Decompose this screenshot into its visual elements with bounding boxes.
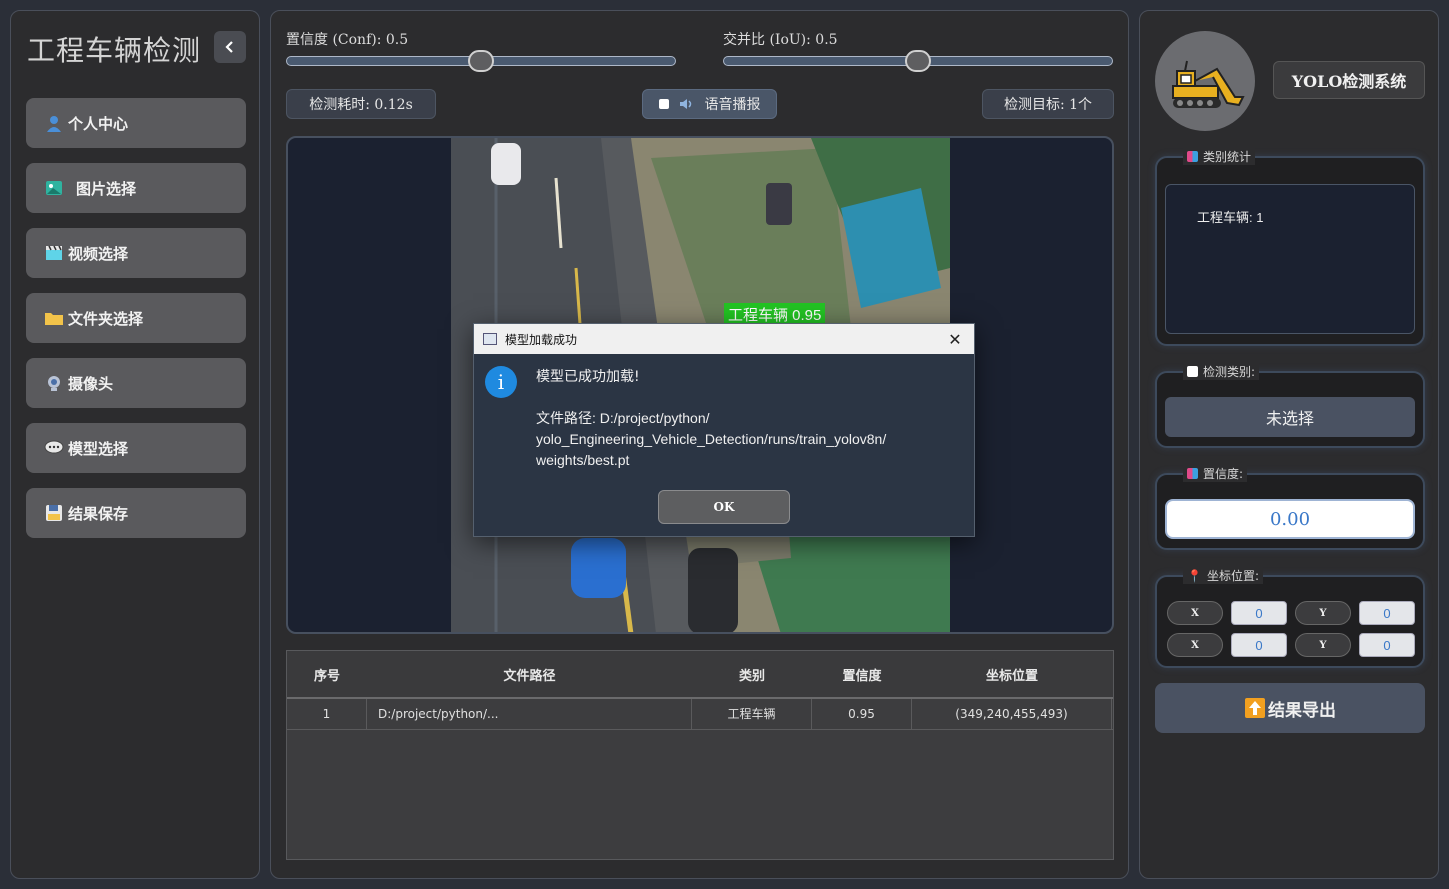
voice-label: 语音播报 xyxy=(704,97,761,113)
header-path[interactable]: 文件路径 xyxy=(367,665,692,684)
chevron-left-icon xyxy=(225,41,233,53)
class-stats-box: 工程车辆: 1 xyxy=(1165,184,1415,334)
nav-label: 个人中心 xyxy=(68,114,129,133)
coords-label: 📍 坐标位置: xyxy=(1183,567,1263,584)
window-icon xyxy=(483,333,497,345)
header-coords[interactable]: 坐标位置 xyxy=(912,665,1112,684)
conf-slider-thumb[interactable] xyxy=(468,50,494,72)
nav-image-select[interactable]: 图片选择 xyxy=(26,163,246,213)
nav-label: 模型选择 xyxy=(68,439,129,458)
chat-bubble-icon xyxy=(44,438,64,458)
speaker-icon xyxy=(679,99,691,109)
model-loaded-dialog: 模型加载成功 ✕ i 模型已成功加载! 文件路径: D:/project/pyt… xyxy=(473,323,975,537)
collapse-sidebar-button[interactable] xyxy=(214,31,246,63)
grid-icon xyxy=(1187,151,1198,162)
iou-slider-label: 交并比 (IoU): 0.5 xyxy=(723,32,838,48)
class-stats-group: 类别统计 工程车辆: 1 xyxy=(1155,148,1425,346)
cell-index: 1 xyxy=(287,699,367,729)
detect-class-label: 检测类别: xyxy=(1183,363,1260,380)
table-row[interactable]: 1 D:/project/python/... 工程车辆 0.95 (349,2… xyxy=(287,699,1113,730)
voice-broadcast-toggle[interactable]: 语音播报 xyxy=(642,89,777,119)
nav-folder-select[interactable]: 文件夹选择 xyxy=(26,293,246,343)
confidence-group: 置信度: 0.00 xyxy=(1155,465,1425,550)
grid-icon xyxy=(1187,468,1198,479)
nav-video-select[interactable]: 视频选择 xyxy=(26,228,246,278)
cell-coords: (349,240,455,493) xyxy=(912,699,1112,729)
webcam-icon xyxy=(44,373,64,393)
nav-save-results[interactable]: 结果保存 xyxy=(26,488,246,538)
detect-class-group: 检测类别: 未选择 xyxy=(1155,363,1425,448)
x2-label: X xyxy=(1167,633,1223,657)
nav-camera[interactable]: 摄像头 xyxy=(26,358,246,408)
close-icon: ✕ xyxy=(948,329,962,349)
conf-slider[interactable] xyxy=(286,50,676,72)
iou-slider-thumb[interactable] xyxy=(905,50,931,72)
nav-label: 摄像头 xyxy=(68,374,114,393)
cell-class: 工程车辆 xyxy=(692,699,812,729)
right-panel: YOLO检测系统 类别统计 工程车辆: 1 检测类别: 未选择 置信度: 0.0… xyxy=(1139,10,1439,879)
coords-group: 📍 坐标位置: X 0 Y 0 X 0 Y 0 xyxy=(1155,567,1425,668)
dialog-message: 模型已成功加载! xyxy=(536,369,640,385)
x2-value: 0 xyxy=(1231,633,1287,657)
confidence-label: 置信度: xyxy=(1183,465,1248,482)
image-icon xyxy=(44,178,64,198)
detection-time-badge: 检测耗时: 0.12s xyxy=(286,89,436,119)
nav-personal-center[interactable]: 个人中心 xyxy=(26,98,246,148)
y2-value: 0 xyxy=(1359,633,1415,657)
system-title: YOLO检测系统 xyxy=(1273,61,1425,99)
x1-value: 0 xyxy=(1231,601,1287,625)
user-icon xyxy=(44,113,64,133)
cell-conf: 0.95 xyxy=(812,699,912,729)
conf-slider-label: 置信度 (Conf): 0.5 xyxy=(286,32,409,48)
x1-label: X xyxy=(1167,601,1223,625)
excavator-logo xyxy=(1155,31,1255,131)
nav-label: 视频选择 xyxy=(68,244,129,263)
dialog-path-text: 文件路径: D:/project/python/ yolo_Engineerin… xyxy=(536,410,887,468)
class-stats-label: 类别统计 xyxy=(1183,148,1256,165)
nav-label: 结果保存 xyxy=(68,504,129,523)
class-select-dropdown[interactable]: 未选择 xyxy=(1165,397,1415,437)
iou-slider[interactable] xyxy=(723,50,1113,72)
nav-label: 文件夹选择 xyxy=(68,309,144,328)
floppy-icon xyxy=(44,503,64,523)
y1-value: 0 xyxy=(1359,601,1415,625)
folder-icon xyxy=(44,308,64,328)
upload-icon xyxy=(1245,698,1265,718)
sidebar: 工程车辆检测 个人中心 图片选择 视频选择 文件夹选择 摄像头 模型选择 结果保… xyxy=(10,10,260,879)
table-header: 序号 文件路径 类别 置信度 坐标位置 xyxy=(287,651,1113,699)
clapperboard-icon xyxy=(44,243,64,263)
info-icon: i xyxy=(485,366,517,398)
header-conf[interactable]: 置信度 xyxy=(812,665,912,684)
nav-model-select[interactable]: 模型选择 xyxy=(26,423,246,473)
cell-path: D:/project/python/... xyxy=(367,699,692,729)
y1-label: Y xyxy=(1295,601,1351,625)
ok-button[interactable]: OK xyxy=(658,490,790,524)
checkbox-icon[interactable] xyxy=(658,99,669,109)
header-class[interactable]: 类别 xyxy=(692,665,812,684)
detection-target-badge: 检测目标: 1个 xyxy=(982,89,1114,119)
y2-label: Y xyxy=(1295,633,1351,657)
nav-label: 图片选择 xyxy=(76,179,137,198)
pin-icon: 📍 xyxy=(1187,568,1202,583)
header-index[interactable]: 序号 xyxy=(287,665,367,684)
app-title: 工程车辆检测 xyxy=(27,34,202,67)
dialog-close-button[interactable]: ✕ xyxy=(944,328,966,350)
export-results-button[interactable]: 结果导出 xyxy=(1155,683,1425,733)
results-table: 序号 文件路径 类别 置信度 坐标位置 1 D:/project/python/… xyxy=(286,650,1114,860)
checkbox-icon xyxy=(1187,366,1198,377)
dialog-title: 模型加载成功 xyxy=(505,332,578,347)
confidence-value: 0.00 xyxy=(1165,499,1415,539)
dialog-titlebar: 模型加载成功 xyxy=(474,324,974,354)
